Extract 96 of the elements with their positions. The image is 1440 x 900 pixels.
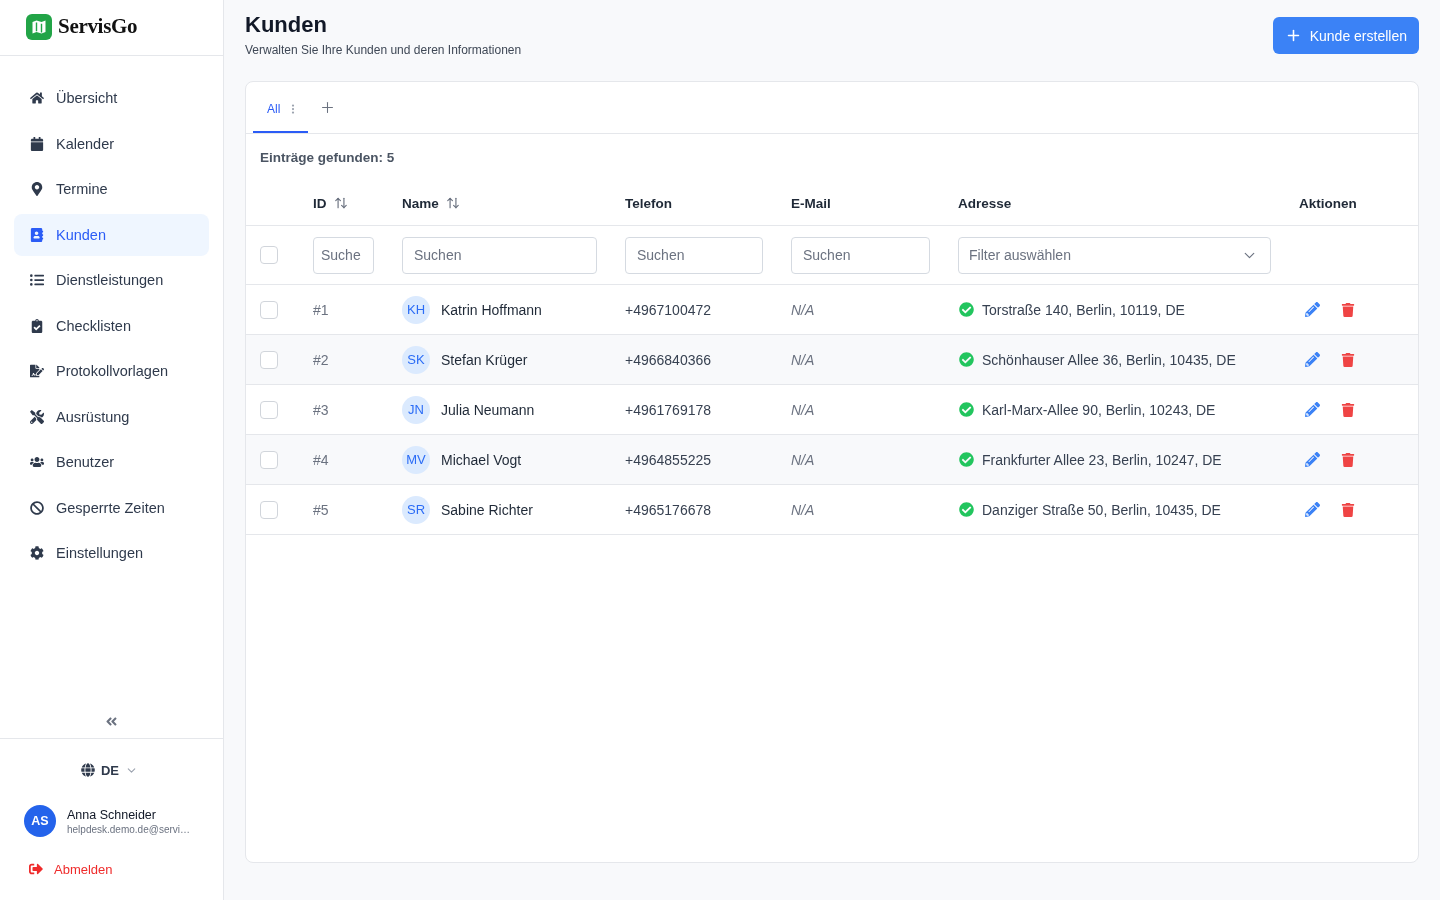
address-cell: Karl-Marx-Allee 90, Berlin, 10243, DE — [982, 401, 1216, 418]
id-cell: #2 — [313, 351, 329, 368]
email-cell: N/A — [791, 401, 815, 418]
nav-item[interactable]: Kunden — [14, 213, 209, 256]
sort-icon[interactable] — [333, 196, 348, 210]
calendar-icon — [30, 136, 44, 151]
sort-icon[interactable] — [445, 196, 460, 210]
address-cell: Danziger Straße 50, Berlin, 10435, DE — [982, 501, 1221, 518]
phone-cell: +4966840366 — [625, 351, 712, 368]
edit-icon[interactable] — [1305, 352, 1320, 367]
email-cell: N/A — [791, 451, 815, 468]
customer-avatar: MV — [402, 445, 430, 474]
customer-name: Julia Neumann — [441, 401, 535, 418]
row-checkbox[interactable] — [260, 350, 278, 369]
user-email: helpdesk.demo.de@servi… — [67, 823, 190, 835]
edit-icon[interactable] — [1305, 502, 1320, 517]
page-subtitle: Verwalten Sie Ihre Kunden und deren Informationen — [245, 42, 522, 58]
list-icon — [30, 273, 44, 287]
id-cell: #3 — [313, 401, 329, 418]
column-header: Adresse — [958, 195, 1012, 211]
filter-select[interactable]: Filter auswählen — [958, 236, 1271, 274]
customer-name: Sabine Richter — [441, 501, 533, 518]
nav-item[interactable]: Benutzer — [14, 441, 209, 483]
users-icon — [30, 455, 44, 469]
id-cell: #4 — [313, 451, 329, 468]
column-header: E-Mail — [791, 195, 831, 211]
nav-item[interactable]: Einstellungen — [14, 532, 209, 574]
trash-icon[interactable] — [1341, 402, 1355, 417]
column-header: ID — [313, 195, 327, 211]
column-header: Name — [402, 195, 439, 211]
trash-icon[interactable] — [1341, 502, 1355, 517]
language-selector[interactable]: DE — [80, 760, 139, 780]
phone-cell: +4967100472 — [625, 301, 712, 318]
clipboard-check-icon — [30, 318, 44, 333]
brand-name: ServisGo — [58, 14, 138, 39]
nav-item[interactable]: Gesperrte Zeiten — [14, 486, 209, 529]
row-checkbox[interactable] — [260, 300, 278, 319]
tab[interactable]: All — [253, 82, 309, 133]
email-cell: N/A — [791, 301, 815, 318]
id-cell: #5 — [313, 501, 329, 518]
search-field[interactable]: Suche — [313, 236, 374, 274]
row-checkbox[interactable] — [260, 500, 278, 519]
search-field[interactable]: Suchen — [402, 236, 597, 274]
customer-name: Michael Vogt — [441, 451, 522, 468]
customer-name: Katrin Hoffmann — [441, 301, 542, 318]
nav-item[interactable]: Termine — [14, 168, 209, 210]
nav-item[interactable]: Übersicht — [14, 77, 209, 119]
page-title: Kunden — [245, 12, 328, 38]
search-field[interactable]: Suchen — [625, 236, 763, 274]
user-avatar: AS — [24, 805, 56, 837]
ban-icon — [30, 500, 44, 515]
edit-icon[interactable] — [1305, 302, 1320, 317]
edit-icon[interactable] — [1305, 452, 1320, 467]
column-header: Telefon — [625, 195, 672, 211]
contact-book-icon — [30, 227, 44, 242]
trash-icon[interactable] — [1341, 452, 1355, 467]
map-pin-icon — [30, 182, 44, 196]
trash-icon[interactable] — [1341, 352, 1355, 367]
customer-avatar: KH — [402, 295, 430, 324]
search-field[interactable]: Suchen — [791, 236, 930, 274]
nav-item[interactable]: Dienstleistungen — [14, 259, 209, 301]
edit-icon[interactable] — [1305, 402, 1320, 417]
customer-avatar: SR — [402, 495, 430, 524]
trash-icon[interactable] — [1341, 302, 1355, 317]
nav-item[interactable]: Kalender — [14, 122, 209, 165]
document-signature-icon — [30, 364, 44, 378]
address-cell: Frankfurter Allee 23, Berlin, 10247, DE — [982, 451, 1222, 468]
email-cell: N/A — [791, 501, 815, 518]
email-cell: N/A — [791, 351, 815, 368]
row-checkbox[interactable] — [260, 400, 278, 419]
phone-cell: +4965176678 — [625, 501, 712, 518]
customer-avatar: JN — [402, 395, 430, 424]
home-icon — [30, 91, 44, 105]
customer-name: Stefan Krüger — [441, 351, 528, 368]
results-count: Einträge gefunden: 5 — [259, 149, 396, 167]
logo-icon — [26, 13, 52, 40]
nav-item[interactable]: Checklisten — [14, 304, 209, 347]
user-name: Anna Schneider — [67, 807, 157, 822]
double-chevron-left-icon[interactable] — [105, 714, 118, 728]
id-cell: #1 — [313, 301, 329, 318]
sign-out-icon — [29, 862, 43, 876]
address-cell: Schönhauser Allee 36, Berlin, 10435, DE — [982, 351, 1236, 368]
phone-cell: +4961769178 — [625, 401, 712, 418]
settings-icon — [30, 546, 44, 560]
logout-button[interactable]: Abmelden — [29, 860, 113, 878]
tools-icon — [30, 409, 44, 424]
customer-avatar: SK — [402, 345, 430, 374]
select-all-checkbox[interactable] — [260, 246, 278, 264]
column-header: Aktionen — [1299, 195, 1357, 211]
create-customer-button[interactable]: Kunde erstellen — [1272, 17, 1419, 54]
row-checkbox[interactable] — [260, 450, 278, 469]
address-cell: Torstraße 140, Berlin, 10119, DE — [982, 301, 1185, 318]
nav-item[interactable]: Protokollvorlagen — [14, 350, 209, 392]
phone-cell: +4964855225 — [625, 451, 712, 468]
nav-item[interactable]: Ausrüstung — [14, 395, 209, 438]
globe-icon — [80, 763, 95, 777]
